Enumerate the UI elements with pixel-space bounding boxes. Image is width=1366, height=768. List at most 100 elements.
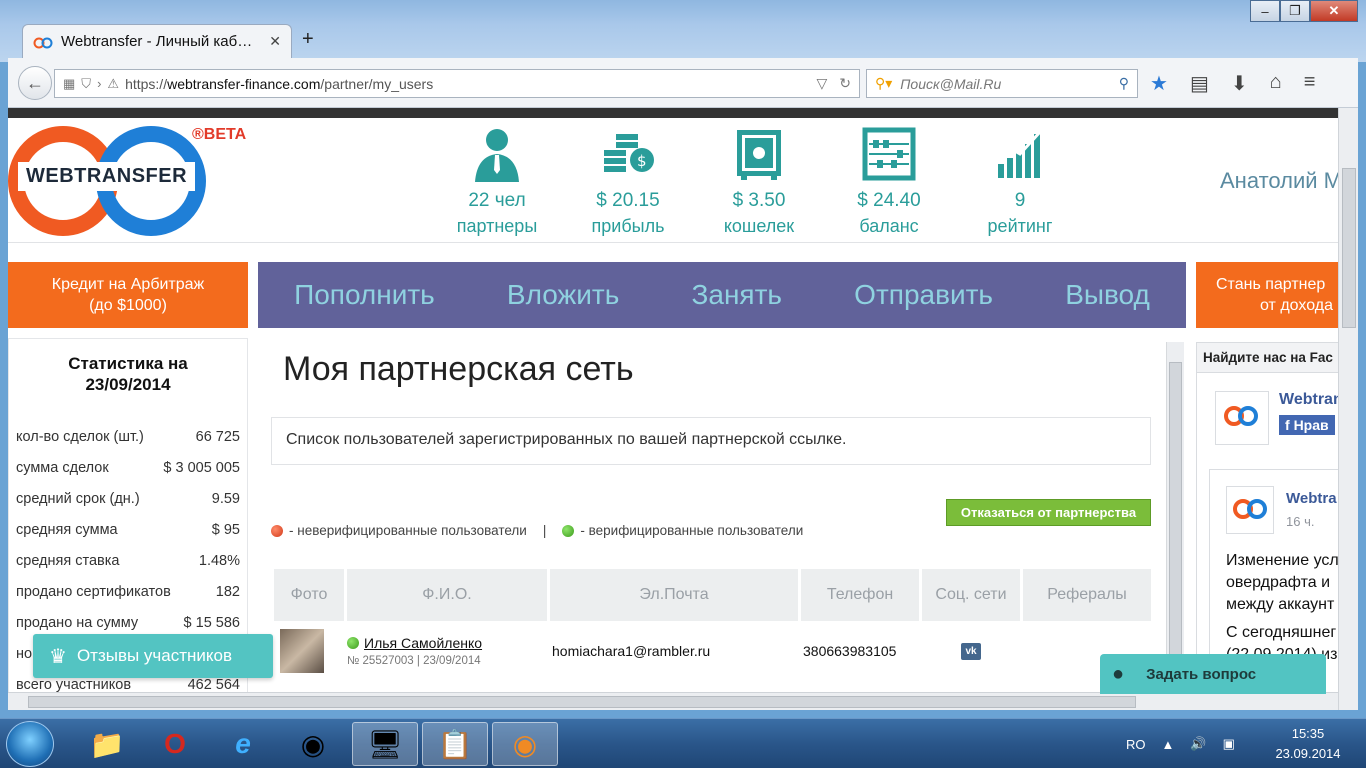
firefox-icon[interactable]: ◉ [492,722,558,766]
home-icon[interactable]: ⌂ [1270,71,1282,96]
page-title: Моя партнерская сеть [283,350,634,388]
shield-icon[interactable]: ⛉ [81,76,91,92]
nav-withdraw[interactable]: Вывод [1065,279,1150,311]
become-partner-button[interactable]: Стань партнер от дохода [1196,262,1338,328]
download-icon[interactable]: ⬇ [1231,71,1248,96]
opera-icon[interactable]: O [142,722,208,766]
url-path: /partner/my_users [320,75,434,92]
main-content: Моя партнерская сеть Список пользователе… [258,342,1178,710]
warning-icon: ⚠ [107,75,120,91]
nav-send[interactable]: Отправить [854,279,993,311]
cell-social: vk [922,624,1020,678]
scroll-thumb[interactable] [1342,168,1356,328]
search-bar[interactable]: ⚲▾ Поиск@Mail.Ru ⚲ [866,69,1138,98]
chevron-right-icon: › [97,75,102,91]
mailru-search-engine-icon[interactable]: ⚲▾ [875,75,892,92]
user-profile-link[interactable]: Илья Самойленко [364,635,482,651]
stat-row: сумма сделок $ 3 005 005 [9,452,247,483]
url-text[interactable]: https://webtransfer-finance.com/partner/… [125,76,433,92]
post-text: Изменение усл овердрафта и между аккаунт… [1226,550,1338,666]
bookmark-star-icon[interactable]: ★ [1150,71,1168,96]
facebook-page-avatar[interactable] [1215,391,1269,445]
avatar[interactable] [280,629,324,673]
legend-separator: | [542,523,547,538]
reviews-button[interactable]: ♛ Отзывы участников [33,634,273,678]
network-icon[interactable]: ▣ [1223,736,1235,752]
user-name[interactable]: Анатолий М [1220,168,1338,194]
minimize-button[interactable]: – [1250,0,1280,22]
arbitrage-credit-button[interactable]: Кредит на Арбитраж (до $1000) [8,262,248,328]
language-indicator[interactable]: RO [1126,737,1146,752]
maximize-button[interactable]: ❐ [1280,0,1310,22]
person-icon [469,126,525,182]
webtransfer-logo[interactable]: WEBTRANSFER ®BETA [8,126,258,236]
stat-row-value: 66 725 [195,428,240,445]
stat-partners[interactable]: 22 чел партнеры [437,126,557,237]
back-button[interactable]: ← [18,66,52,100]
stat-row-label: средняя ставка [16,552,120,569]
stat-rating[interactable]: 9 рейтинг [960,126,1080,237]
post-author[interactable]: Webtra [1286,490,1337,507]
verified-dot-icon [347,637,359,649]
stat-row: продано сертификатов 182 [9,576,247,607]
table-row: Илья Самойленко № 25527003 | 23/09/2014 … [274,624,1151,678]
stat-balance[interactable]: $ 24.40 баланс [829,126,949,237]
nav-deposit[interactable]: Пополнить [294,279,435,311]
facebook-like-button[interactable]: f Нрав [1279,415,1335,435]
windows-taskbar: 📁 O e ◉ 🖥 📋 ◉ RO ▲ 🔊 ▣ 15:35 23.09.2014 [0,718,1366,768]
clock[interactable]: 15:35 23.09.2014 [1258,724,1358,764]
post-avatar[interactable] [1226,486,1274,534]
info-box: Список пользователей зарегистрированных … [271,417,1151,465]
reload-icon[interactable]: ↻ [839,75,851,92]
facebook-page-name[interactable]: Webtran [1279,391,1338,409]
notepad-app-icon[interactable]: 📋 [422,722,488,766]
explorer-folder-icon[interactable]: 📁 [74,722,140,766]
page-vertical-scrollbar[interactable] [1338,108,1358,710]
window-titlebar: – ❐ ✕ Webtransfer - Личный каб… ✕ + [0,0,1366,62]
stat-row: средняя сумма $ 95 [9,514,247,545]
nav-invest[interactable]: Вложить [507,279,619,311]
beta-label: ®BETA [192,126,247,143]
webtransfer-favicon-icon [33,36,53,48]
search-icon[interactable]: ⚲ [1119,75,1129,92]
browser-tab[interactable]: Webtransfer - Личный каб… ✕ [22,24,292,58]
close-window-button[interactable]: ✕ [1310,0,1358,22]
search-input[interactable]: Поиск@Mail.Ru [900,76,1001,92]
urlbar-icons: ▦ ⛉ › ⚠ [63,76,119,92]
post-line: между аккаунт [1226,596,1335,613]
cell-name: Илья Самойленко № 25527003 | 23/09/2014 [347,624,547,678]
post-line: овердрафта и [1226,574,1331,591]
internet-explorer-icon[interactable]: e [210,722,276,766]
volume-icon[interactable]: 🔊 [1190,736,1206,752]
user-meta: № 25527003 | 23/09/2014 [347,655,481,667]
page-info-icon[interactable]: ▦ [63,76,75,92]
clipboard-icon[interactable]: ▤ [1190,71,1209,96]
scroll-thumb[interactable] [28,696,1136,708]
cell-email: homiachara1@rambler.ru [552,643,711,659]
stat-wallet[interactable]: $ 3.50 кошелек [699,126,819,237]
stat-profit[interactable]: $ $ 20.15 прибыль [568,126,688,237]
chrome-icon[interactable]: ◉ [280,722,346,766]
nav-borrow[interactable]: Занять [691,279,782,311]
menu-icon[interactable]: ≡ [1304,71,1316,96]
reject-partnership-button[interactable]: Отказаться от партнерства [946,499,1151,526]
tab-title: Webtransfer - Личный каб… [61,33,253,50]
start-button[interactable] [6,721,54,767]
new-tab-button[interactable]: + [302,28,314,51]
dropdown-arrow-icon[interactable]: ▽ [816,75,827,92]
vk-icon[interactable]: vk [961,642,981,660]
ask-question-button[interactable]: ● Задать вопрос [1100,654,1326,694]
users-table: Фото Ф.И.О. Эл.Почта Телефон Соц. сети Р… [271,566,1154,681]
scroll-thumb[interactable] [1169,362,1182,692]
main-nav: Пополнить Вложить Занять Отправить Вывод [258,262,1186,328]
page-horizontal-scrollbar[interactable] [8,692,1338,710]
tab-close-icon[interactable]: ✕ [269,33,281,50]
rating-chart-icon [992,126,1048,182]
tray-expand-icon[interactable]: ▲ [1162,737,1175,752]
network-app-icon[interactable]: 🖥 [352,722,418,766]
url-domain: webtransfer-finance.com [167,75,321,92]
statistics-title-date: 23/09/2014 [85,375,171,394]
stat-row-label: сумма сделок [16,459,109,476]
address-bar[interactable]: ▦ ⛉ › ⚠ https://webtransfer-finance.com/… [54,69,860,98]
stat-value: $ 3.50 [732,190,786,211]
